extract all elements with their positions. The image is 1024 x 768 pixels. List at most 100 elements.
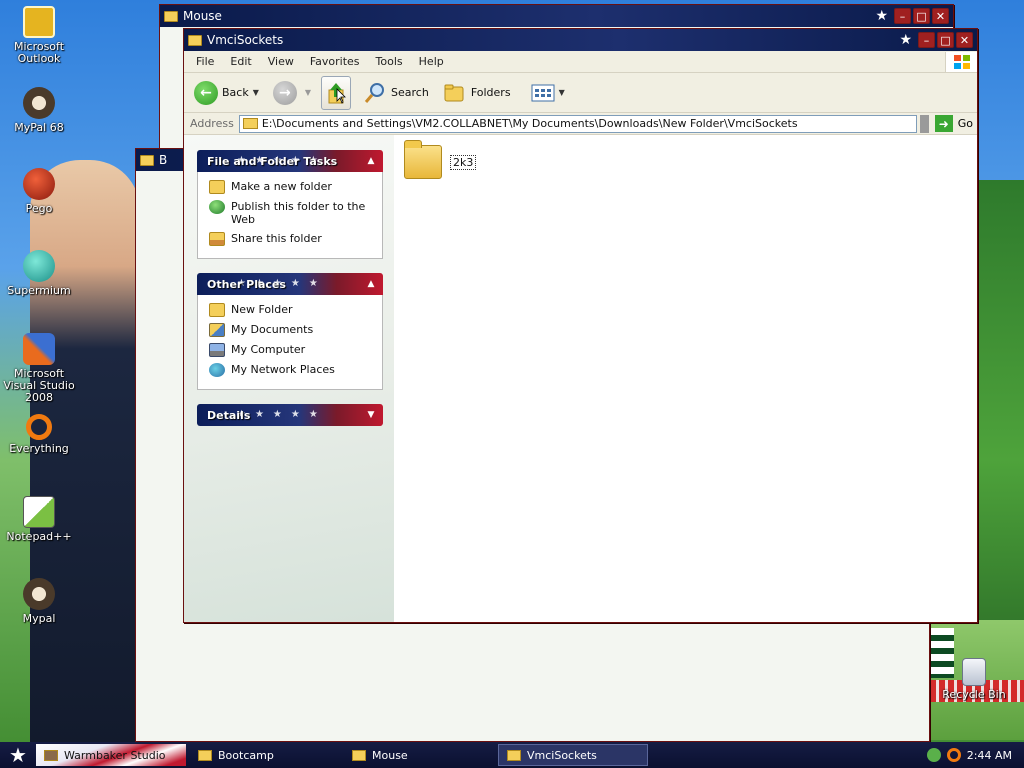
search-icon[interactable] [946,748,961,762]
address-label: Address [190,117,234,130]
go-button[interactable]: ➜ Go [934,115,973,132]
folders-icon [444,84,464,101]
place-label: My Documents [231,323,314,336]
place-my-computer[interactable]: My Computer [209,343,376,357]
desktop-icon-everything[interactable]: Everything [1,414,77,455]
chevron-up-icon[interactable]: ▲ [364,154,378,168]
desktop-icon-label: Mypal [22,612,56,625]
star-icon: ★ [899,32,912,48]
desktop-icon-notepadpp[interactable]: Notepad++ [1,496,77,543]
address-input[interactable]: E:\Documents and Settings\VM2.COLLABNET\… [238,114,917,133]
wallpaper-portrait [30,160,140,750]
desktop-icon-mypal68[interactable]: MyPal 68 [1,87,77,134]
folder-icon [188,34,202,46]
panel-details: ★★★★★ Details ▼ [197,404,383,426]
panel-title: File and Folder Tasks [207,154,338,168]
file-name: 2k3 [450,154,477,170]
folder-icon [198,749,212,761]
task-label: Share this folder [231,232,322,245]
desktop-icon-supermium[interactable]: Supermium [1,250,77,297]
chevron-down-icon[interactable]: ▼ [253,88,259,97]
place-label: New Folder [231,303,293,316]
new-folder-icon [209,180,225,194]
desktop-icon-label: Everything [9,442,69,455]
minimize-button[interactable]: – [894,8,911,24]
app-icon [44,749,58,761]
task-label: Publish this folder to the Web [231,200,366,226]
panel-file-folder-tasks: ★★★★★ File and Folder Tasks ▲ Make a new… [197,150,383,259]
place-my-network[interactable]: My Network Places [209,363,376,377]
chevron-up-icon[interactable]: ▲ [364,277,378,291]
menu-file[interactable]: File [188,55,222,68]
chevron-down-icon[interactable]: ▼ [305,88,311,97]
go-label: Go [957,117,973,130]
close-button[interactable]: ✕ [932,8,949,24]
chevron-down-icon[interactable]: ▼ [364,408,378,422]
panel-header[interactable]: ★★★★★ File and Folder Tasks ▲ [197,150,383,172]
desktop-icon-pego[interactable]: Pego [1,168,77,215]
menu-favorites[interactable]: Favorites [302,55,368,68]
task-publish-web[interactable]: Publish this folder to the Web [209,200,376,226]
window-titlebar[interactable]: Mouse ★ – □ ✕ [160,5,953,27]
raccoon-icon [23,578,55,610]
taskbar-task-label: VmciSockets [527,748,597,762]
maximize-button[interactable]: □ [937,32,954,48]
taskbar-task[interactable]: Warmbaker Studio [36,744,186,766]
minimize-button[interactable]: – [918,32,935,48]
task-pane: ★★★★★ File and Folder Tasks ▲ Make a new… [184,135,394,622]
folder-icon [209,303,225,317]
up-folder-button[interactable] [321,75,352,110]
desktop-icon-mypal[interactable]: Mypal [1,578,77,625]
maximize-button[interactable]: □ [913,8,930,24]
close-button[interactable]: ✕ [956,32,973,48]
views-button[interactable]: ▼ [527,77,569,109]
panel-header[interactable]: ★★★★★ Details ▼ [197,404,383,426]
desktop-icon-recycle-bin[interactable]: Recycle Bin [936,658,1012,701]
folder-icon [507,749,521,761]
task-label: Make a new folder [231,180,332,193]
place-new-folder[interactable]: New Folder [209,303,376,317]
clock[interactable]: 2:44 AM [967,749,1012,762]
folders-label: Folders [470,86,511,99]
taskbar-task-active[interactable]: VmciSockets [498,744,648,766]
system-tray: 2:44 AM [919,742,1024,768]
menu-edit[interactable]: Edit [222,55,259,68]
chevron-down-icon[interactable]: ▼ [559,88,565,97]
desktop-icon-label: MyPal 68 [14,121,64,134]
start-button[interactable]: ★ [0,742,36,768]
menu-tools[interactable]: Tools [368,55,411,68]
menu-help[interactable]: Help [411,55,452,68]
window-titlebar[interactable]: VmciSockets ★ – □ ✕ [184,29,977,51]
file-item-2k3[interactable]: 2k3 [404,140,477,179]
file-list[interactable]: 2k3 [394,135,977,622]
folder-icon [140,154,154,166]
back-button[interactable]: ← Back ▼ [190,77,263,109]
visual-studio-icon [23,333,55,365]
raccoon-icon [23,87,55,119]
taskbar: ★ Warmbaker Studio Bootcamp Mouse VmciSo… [0,742,1024,768]
address-dropdown[interactable] [919,114,929,133]
go-arrow-icon: ➜ [934,115,953,132]
menu-view[interactable]: View [260,55,302,68]
folders-button[interactable]: Folders [439,77,515,109]
desktop-icon-label: Microsoft Outlook [13,40,65,65]
recycle-bin-icon [962,658,986,686]
search-icon [364,82,385,103]
address-bar: Address E:\Documents and Settings\VM2.CO… [184,113,977,135]
place-label: My Network Places [231,363,335,376]
task-make-new-folder[interactable]: Make a new folder [209,180,376,194]
panel-header[interactable]: ★★★★★ Other Places ▲ [197,273,383,295]
forward-button[interactable]: → ▼ [269,77,315,109]
my-documents-icon [209,323,225,337]
desktop-icon-outlook[interactable]: Microsoft Outlook [1,6,77,65]
place-my-documents[interactable]: My Documents [209,323,376,337]
search-button[interactable]: Search [359,77,433,109]
window-vmcisockets[interactable]: VmciSockets ★ – □ ✕ File Edit View Favor… [183,28,978,623]
task-share-folder[interactable]: Share this folder [209,232,376,246]
taskbar-task[interactable]: Bootcamp [190,744,340,766]
desktop-icon-visual-studio[interactable]: Microsoft Visual Studio 2008 [1,333,77,404]
up-arrow-icon [328,82,346,104]
network-icon[interactable] [926,748,941,762]
taskbar-task[interactable]: Mouse [344,744,494,766]
supermium-icon [23,250,55,282]
